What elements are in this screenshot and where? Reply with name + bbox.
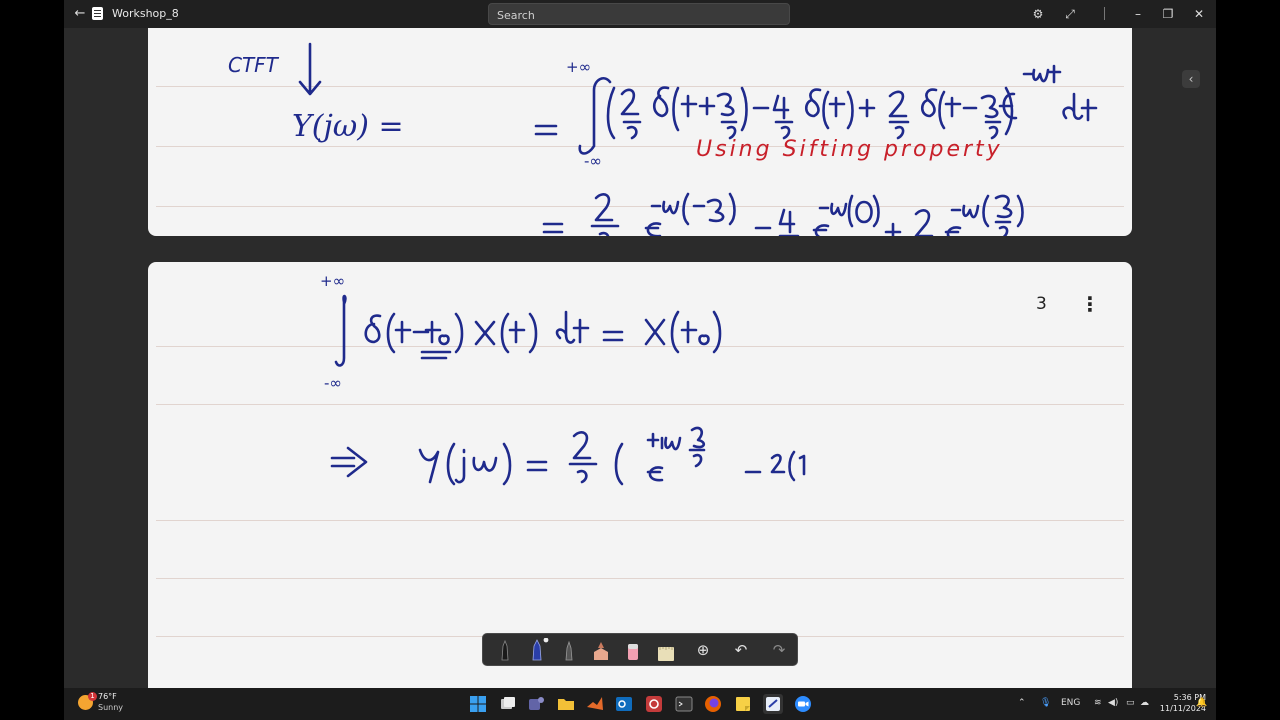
note-page-previous[interactable]: CTFT Y(jω) = +∞ -∞ Using Sifting propert… <box>148 28 1132 236</box>
search-box[interactable] <box>488 3 790 26</box>
onenote-window: ← Workshop_8 ⚙ ⤢ – ❐ ✕ CTFT Y( <box>64 0 1216 688</box>
terminal-icon[interactable] <box>674 694 694 714</box>
back-arrow-icon[interactable]: ← <box>72 6 88 22</box>
show-hidden-icons-chevron-icon[interactable]: ⌃ <box>1018 697 1026 709</box>
collapse-panel-chevron-icon[interactable]: ‹ <box>1182 70 1200 88</box>
note-canvas[interactable]: CTFT Y(jω) = +∞ -∞ Using Sifting propert… <box>64 28 1216 688</box>
titlebar-divider <box>1104 7 1105 20</box>
language-indicator[interactable]: ENG <box>1061 697 1080 709</box>
title-bar: ← Workshop_8 ⚙ ⤢ – ❐ ✕ <box>64 0 1216 28</box>
weather-notification-badge: 1 <box>88 692 97 701</box>
ink-lhs: Y(jω) = <box>292 109 404 144</box>
cloud-sync-icon[interactable]: ☁ <box>1140 697 1149 709</box>
file-explorer-icon[interactable] <box>556 694 576 714</box>
ink-integral-upper: +∞ <box>320 272 345 290</box>
zoom-icon[interactable] <box>793 694 813 714</box>
maximize-icon[interactable]: ❐ <box>1158 4 1178 24</box>
microphone-icon[interactable]: 🎙 <box>1040 697 1051 709</box>
pen-toolbar: ⊕ ↶ ↷ <box>482 633 798 666</box>
notification-bell-icon[interactable]: 🔔 <box>1196 697 1207 709</box>
add-tool-icon[interactable]: ⊕ <box>691 638 715 662</box>
handwriting-ink-page1: CTFT Y(jω) = +∞ -∞ Using Sifting propert… <box>228 42 1098 236</box>
undo-icon[interactable]: ↶ <box>729 638 753 662</box>
ink-integral-upper: +∞ <box>566 58 591 76</box>
volume-icon[interactable]: ◀) <box>1108 697 1118 709</box>
ink-ctft-label: CTFT <box>228 53 280 77</box>
handwriting-ink-page2: +∞ -∞ <box>320 272 806 486</box>
minimize-icon[interactable]: – <box>1128 4 1148 24</box>
firefox-icon[interactable] <box>703 694 723 714</box>
matlab-icon[interactable] <box>585 694 605 714</box>
blue-pen-tool-icon[interactable] <box>525 638 549 662</box>
weather-description[interactable]: Sunny <box>98 703 123 713</box>
task-view-icon[interactable] <box>498 694 518 714</box>
highlighter-tool-icon[interactable] <box>589 638 613 662</box>
sticky-notes-icon[interactable] <box>733 694 753 714</box>
wifi-icon[interactable]: ≋ <box>1094 697 1102 709</box>
outlook-icon[interactable] <box>614 694 634 714</box>
ink-integral-lower: -∞ <box>324 374 342 392</box>
pencil-tool-icon[interactable] <box>557 638 581 662</box>
battery-icon[interactable]: ▭ <box>1126 697 1135 709</box>
eraser-tool-icon[interactable] <box>621 638 645 662</box>
ink-annotation-sifting: Using Sifting property <box>696 137 1003 162</box>
teams-icon[interactable] <box>526 694 546 714</box>
ruler-tool-icon[interactable] <box>653 638 677 662</box>
window-title: Workshop_8 <box>112 7 179 20</box>
ink-integral-lower: -∞ <box>584 152 602 170</box>
settings-gear-icon[interactable]: ⚙ <box>1028 4 1048 24</box>
weather-temperature[interactable]: 76°F <box>98 692 117 702</box>
note-page-current[interactable]: 3 ⋮ +∞ -∞ <box>148 262 1132 688</box>
redo-icon[interactable]: ↷ <box>767 638 791 662</box>
whiteboard-app-icon[interactable] <box>763 694 783 714</box>
search-input[interactable] <box>495 4 779 26</box>
notebook-app-icon <box>92 7 103 20</box>
start-windows-icon[interactable] <box>468 694 488 714</box>
taskbar: 1 76°F Sunny ⌃ 🎙 ENG ≋ ◀) ▭ ☁ 5:36 PM 11… <box>64 688 1216 720</box>
black-pen-tool-icon[interactable] <box>493 638 517 662</box>
fullscreen-expand-icon[interactable]: ⤢ <box>1060 4 1080 24</box>
close-icon[interactable]: ✕ <box>1189 4 1209 24</box>
settings-app-icon[interactable] <box>644 694 664 714</box>
